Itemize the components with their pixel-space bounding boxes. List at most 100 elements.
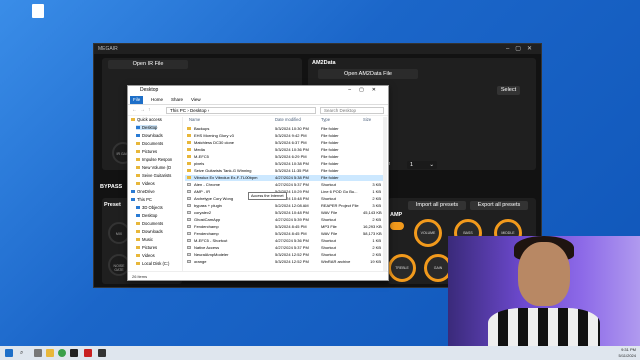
column-type[interactable]: Type xyxy=(321,117,330,122)
forward-arrow-icon[interactable]: → xyxy=(140,107,145,113)
up-arrow-icon[interactable]: ↑ xyxy=(148,107,151,113)
file-row[interactable]: pixels 5/3/2024 10:38 PM File folder xyxy=(185,161,385,167)
nav-item[interactable]: Pictures xyxy=(136,149,157,154)
file-row[interactable]: NeuralAmpModeler 5/3/2024 12:52 PM Shortcu… xyxy=(185,252,385,258)
megair-taskbar-icon[interactable] xyxy=(98,349,106,357)
file-type: File folder xyxy=(321,168,339,173)
task-view-icon[interactable] xyxy=(34,349,42,357)
file-row[interactable]: orange 5/3/2024 12:52 PM WinRAR archive 19 … xyxy=(185,259,385,265)
tab-share[interactable]: Share xyxy=(168,96,186,104)
nav-item[interactable]: Documents xyxy=(136,141,163,146)
nav-item[interactable]: New Volume (D xyxy=(136,165,171,170)
folder-blue-icon xyxy=(136,214,140,218)
column-size[interactable]: Size xyxy=(363,117,371,122)
explorer-window-controls[interactable]: –▢✕ xyxy=(348,86,384,95)
back-arrow-icon[interactable]: ← xyxy=(132,107,137,113)
import-all-presets-button[interactable]: Import all presets xyxy=(408,201,466,210)
nav-item-label: Local Disk (C:) xyxy=(142,261,170,266)
search-input[interactable]: Search Desktop xyxy=(320,107,384,114)
file-row[interactable]: EHS Morning Glory v3 5/3/2024 9:42 PM File… xyxy=(185,133,385,139)
nav-item[interactable]: Music xyxy=(136,237,153,242)
address-bar[interactable]: This PC › Desktop › xyxy=(166,107,316,114)
amp-toggle[interactable] xyxy=(390,222,404,230)
treble-knob[interactable]: TREBLE xyxy=(388,254,416,282)
nav-item[interactable]: Desktop xyxy=(136,125,158,130)
nav-item[interactable]: 3D Objects xyxy=(136,205,163,210)
obs-icon[interactable] xyxy=(84,349,92,357)
volume-knob[interactable]: VOLUME xyxy=(414,219,442,247)
nav-item[interactable]: Downloads xyxy=(136,229,163,234)
open-am2data-file-button[interactable]: Open AM2Data File xyxy=(318,69,418,79)
folder-icon xyxy=(136,150,140,154)
nav-item[interactable]: Seive Guitarists xyxy=(136,173,171,178)
nav-item[interactable]: Downloads xyxy=(136,133,163,138)
app-icon[interactable] xyxy=(70,349,78,357)
desktop-file-icon[interactable] xyxy=(28,4,48,18)
system-clock[interactable]: 9:31 PM 5/11/2024 xyxy=(619,347,637,359)
open-ir-file-button[interactable]: Open IR File xyxy=(108,60,188,69)
scrollbar[interactable] xyxy=(383,117,387,271)
select-button[interactable]: Select xyxy=(497,86,520,95)
file-date: 5/3/2024 12:52 PM xyxy=(275,252,309,257)
tab-view[interactable]: View xyxy=(188,96,204,104)
file-row[interactable]: coryalev2 5/3/2024 10:48 PM WAV File 45,143… xyxy=(185,210,385,216)
folder-blue-icon xyxy=(136,206,140,210)
file-icon xyxy=(187,253,191,256)
file-type: File folder xyxy=(321,161,339,166)
column-name[interactable]: Name xyxy=(189,117,200,122)
tab-file[interactable]: File xyxy=(130,96,144,104)
file-explorer-icon[interactable] xyxy=(46,349,54,357)
column-date[interactable]: Date modified xyxy=(275,117,301,122)
nav-item-label: Downloads xyxy=(142,229,163,234)
nav-item[interactable]: This PC xyxy=(131,197,152,202)
nav-item-label: Music xyxy=(142,237,153,242)
folder-icon xyxy=(136,174,140,178)
file-row[interactable]: Fenderchamp 5/3/2024 8:45 PM MP3 File 16,29… xyxy=(185,224,385,230)
nav-item[interactable]: Videos xyxy=(136,253,155,258)
file-row[interactable]: Backups 5/3/2024 10:30 PM File folder xyxy=(185,126,385,132)
app-title: MEGAIR xyxy=(98,46,118,52)
file-name: Aten - Chrome xyxy=(194,182,221,187)
file-row[interactable]: M-EFC5 5/3/2024 6:29 PM File folder xyxy=(185,154,385,160)
file-row[interactable]: Fenderchamp 5/3/2024 8:45 PM WAV File 58,17… xyxy=(185,231,385,237)
file-row[interactable]: Aten - Chrome 4/27/2024 5:37 PM Shortcut 3 … xyxy=(185,182,385,188)
nav-item[interactable]: Pictures xyxy=(136,245,157,250)
nav-item[interactable]: OneDrive xyxy=(131,189,155,194)
file-date: 5/3/2024 8:45 PM xyxy=(275,224,307,229)
chrome-icon[interactable] xyxy=(58,349,66,357)
file-icon xyxy=(187,232,191,235)
folder-icon xyxy=(136,182,140,186)
nav-item[interactable]: Local Disk (C:) xyxy=(136,261,169,266)
export-all-presets-button[interactable]: Export all presets xyxy=(470,201,528,210)
nav-item[interactable]: Impulse Respon xyxy=(136,157,172,162)
start-icon[interactable] xyxy=(5,349,13,357)
file-type: Shortcut xyxy=(321,182,336,187)
tooltip: Access the Internet xyxy=(248,192,287,200)
nav-item[interactable]: Desktop xyxy=(136,213,157,218)
navigation-pane: Quick access Desktop Downloads Documents Pic… xyxy=(128,117,183,271)
file-row[interactable]: Media 5/3/2024 10:36 PM File folder xyxy=(185,147,385,153)
search-icon[interactable]: ⌕ xyxy=(20,350,23,357)
file-row[interactable]: bypass + plugin 5/2/2024 12:08 AM REAPER P… xyxy=(185,203,385,209)
dropdown-value: 1 xyxy=(410,162,414,168)
file-row[interactable]: Native Access 4/27/2024 5:37 PM Shortcut 2 … xyxy=(185,245,385,251)
nav-item[interactable]: Documents xyxy=(136,221,163,226)
file-type: REAPER Project File xyxy=(321,203,359,208)
file-date: 5/3/2024 6:37 PM xyxy=(275,140,307,145)
nav-item[interactable]: Quick access xyxy=(131,117,162,122)
file-type: Line 6 POD Go Bu... xyxy=(321,189,358,194)
file-row[interactable]: GhostCamApp 4/27/2024 5:39 PM Shortcut 2 KB xyxy=(185,217,385,223)
window-controls[interactable]: –▢✕ xyxy=(506,44,538,54)
file-row[interactable]: Vibrolux Ex Vibrolux Ex-F-TL00bpm 4/27/20… xyxy=(185,175,385,181)
preset-dropdown[interactable]: 1 ⌄ xyxy=(407,161,437,169)
file-row[interactable]: Seive Guitarists Tank-G Winning 5/3/2024 … xyxy=(185,168,385,174)
folder-icon xyxy=(187,127,191,130)
file-row[interactable]: Matchless DC30 clone 5/3/2024 6:37 PM File… xyxy=(185,140,385,146)
nav-item[interactable]: Videos xyxy=(136,181,155,186)
folder-icon xyxy=(187,148,191,151)
file-row[interactable]: M-EFC5 - Shortcut 4/27/2024 5:36 PM Shortc… xyxy=(185,238,385,244)
folder-icon xyxy=(136,254,140,258)
tab-home[interactable]: Home xyxy=(148,96,166,104)
noise-gate-label: NOISE GATE xyxy=(113,264,125,272)
file-name: M-EFC5 xyxy=(194,154,209,159)
